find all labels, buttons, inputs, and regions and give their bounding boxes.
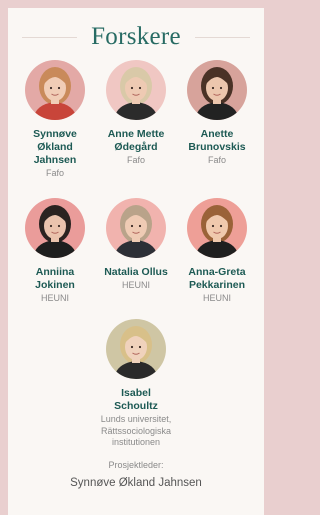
researcher-name[interactable]: Anette Brunovskis — [174, 128, 260, 154]
researcher-name-line: Jokinen — [35, 279, 75, 291]
researcher-name-line: Anniina — [35, 266, 75, 278]
avatar[interactable] — [25, 60, 85, 120]
researcher-organization-line: HEUNI — [121, 280, 150, 290]
researcher-card[interactable]: Anna-Greta Pekkarinen HEUNI — [174, 198, 260, 305]
researcher-organization-line: Lunds universitet, — [100, 414, 172, 424]
avatar[interactable] — [106, 319, 166, 379]
page-title: Forskere — [91, 23, 181, 50]
researcher-organization-line: HEUNI — [202, 293, 231, 303]
researcher-organization-line: Fafo — [45, 168, 64, 178]
researcher-organization-line: institutionen — [111, 437, 161, 447]
researcher-name-line: Isabel — [121, 387, 151, 399]
avatar[interactable] — [187, 198, 247, 258]
researcher-name-line: Pekkarinen — [188, 279, 246, 291]
section-header: Forskere — [8, 22, 264, 52]
researcher-name-line: Schoultz — [114, 400, 158, 412]
researcher-card[interactable]: Isabel Schoultz Lunds universitet, Rättssoc… — [93, 319, 179, 449]
researcher-name-line: Brunovskis — [188, 141, 246, 153]
researcher-organization: Lunds universitet, Rättssociologiska insti… — [93, 414, 179, 449]
researcher-name[interactable]: Anne Mette Ødegård — [93, 128, 179, 154]
researcher-card[interactable]: Anette Brunovskis Fafo — [174, 60, 260, 167]
researcher-name-line: Økland — [37, 141, 73, 153]
researcher-organization-line: HEUNI — [40, 293, 69, 303]
researcher-name-line: Anne Mette — [107, 128, 165, 140]
avatar[interactable] — [106, 60, 166, 120]
project-leader-label: Prosjektleder: — [108, 460, 164, 470]
avatar[interactable] — [25, 198, 85, 258]
researcher-name[interactable]: Anna-Greta Pekkarinen — [174, 266, 260, 292]
researcher-organization: Fafo — [174, 155, 260, 167]
divider-left — [22, 36, 78, 38]
researcher-organization-line: Fafo — [126, 155, 145, 165]
researchers-card: Forskere Synnøve Økland Jahnsen Fafo Anne Me… — [8, 8, 264, 515]
researcher-name-line: Anette — [200, 128, 234, 140]
researcher-name[interactable]: Natalia Ollus — [93, 266, 179, 279]
researcher-organization-line: Fafo — [207, 155, 226, 165]
researcher-card[interactable]: Synnøve Økland Jahnsen Fafo — [12, 60, 98, 180]
researcher-name-line: Natalia Ollus — [104, 266, 168, 278]
divider-right — [194, 36, 251, 38]
researcher-organization-line: Rättssociologiska — [100, 425, 172, 436]
researcher-organization: HEUNI — [12, 293, 98, 305]
researcher-name-line: Ødegård — [114, 141, 158, 153]
researcher-card[interactable]: Anniina Jokinen HEUNI — [12, 198, 98, 305]
avatar[interactable] — [106, 198, 166, 258]
researcher-card[interactable]: Anne Mette Ødegård Fafo — [93, 60, 179, 167]
researcher-card[interactable]: Natalia Ollus HEUNI — [93, 198, 179, 292]
researcher-organization: HEUNI — [93, 280, 179, 292]
project-leader-name[interactable]: Synnøve Økland Jahnsen — [8, 477, 264, 489]
researcher-organization: Fafo — [12, 168, 98, 180]
researcher-name[interactable]: Anniina Jokinen — [12, 266, 98, 292]
researcher-name-line: Jahnsen — [33, 154, 77, 166]
researcher-name-line: Anna-Greta — [188, 266, 246, 278]
researcher-name[interactable]: Synnøve Økland Jahnsen — [12, 128, 98, 167]
researcher-organization: Fafo — [93, 155, 179, 167]
researcher-name[interactable]: Isabel Schoultz — [93, 387, 179, 413]
avatar[interactable] — [187, 60, 247, 120]
researcher-name-line: Synnøve — [33, 128, 77, 140]
researcher-organization: HEUNI — [174, 293, 260, 305]
